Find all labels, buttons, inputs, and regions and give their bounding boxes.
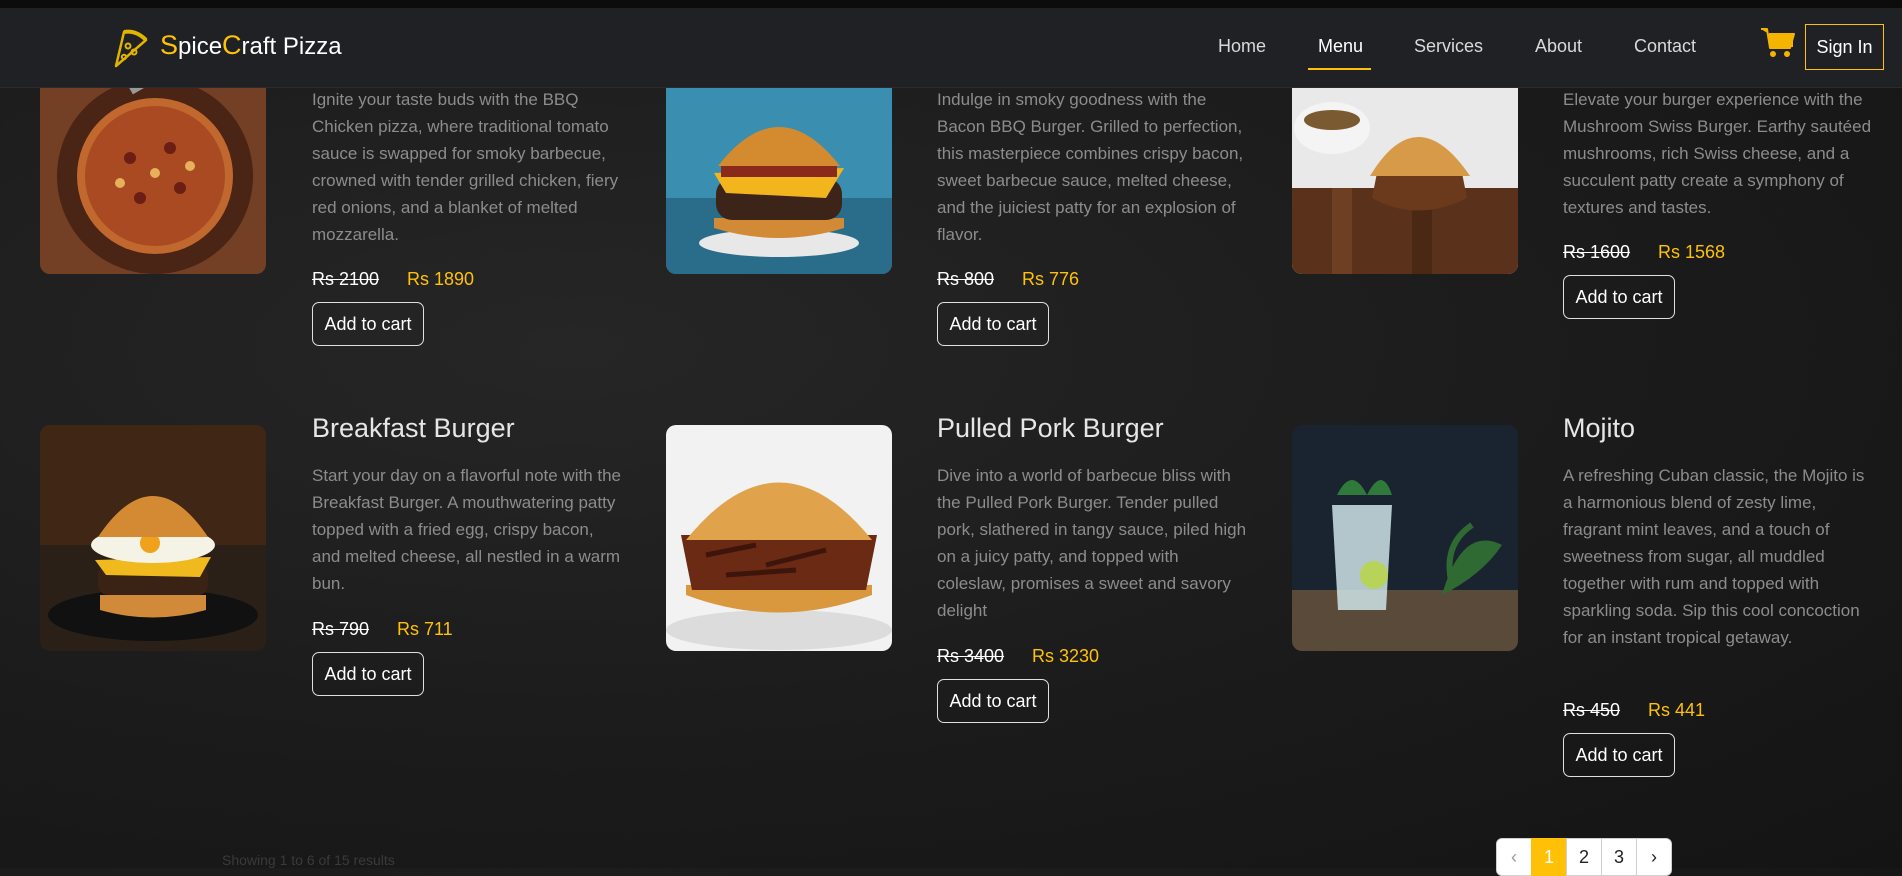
item-description: Dive into a world of barbecue bliss with…	[937, 466, 1247, 620]
item-old-price: Rs 3400	[937, 646, 1005, 666]
pagination-page-2[interactable]: 2	[1566, 838, 1602, 876]
add-to-cart-button[interactable]: Add to cart	[1563, 275, 1675, 319]
item-new-price: Rs 441	[1648, 700, 1706, 720]
item-description: A refreshing Cuban classic, the Mojito i…	[1563, 466, 1865, 647]
item-old-price: Rs 800	[937, 269, 995, 289]
nav-active-underline	[1308, 68, 1371, 70]
item-new-price: Rs 776	[1022, 269, 1080, 289]
brand-text-1: pice	[178, 33, 223, 60]
item-image-pulled-pork-burger	[666, 425, 892, 651]
results-count-text: Showing 1 to 6 of 15 results	[222, 852, 395, 868]
pagination: ‹ 1 2 3 ›	[1496, 838, 1672, 876]
item-new-price: Rs 711	[397, 619, 453, 639]
item-title: Pulled Pork Burger	[937, 413, 1164, 443]
item-description: Ignite your taste buds with the BBQ Chic…	[312, 90, 619, 244]
cart-icon[interactable]	[1760, 26, 1796, 60]
item-image-breakfast-burger	[40, 425, 266, 651]
nav-contact[interactable]: Contact	[1634, 36, 1696, 57]
item-description: Elevate your burger experience with the …	[1563, 90, 1872, 217]
add-to-cart-button[interactable]: Add to cart	[937, 679, 1049, 723]
item-new-price: Rs 1568	[1658, 242, 1726, 262]
pagination-prev-button[interactable]: ‹	[1496, 838, 1532, 876]
brand-text-2: raft Pizza	[241, 33, 342, 60]
nav-services[interactable]: Services	[1414, 36, 1483, 57]
item-old-price: Rs 1600	[1563, 242, 1631, 262]
nav-menu[interactable]: Menu	[1318, 36, 1363, 57]
brand-letter-s: S	[160, 30, 179, 60]
item-description: Indulge in smoky goodness with the Bacon…	[937, 90, 1244, 244]
item-old-price: Rs 790	[312, 619, 370, 639]
add-to-cart-button[interactable]: Add to cart	[937, 302, 1049, 346]
nav-about[interactable]: About	[1535, 36, 1582, 57]
item-description: Start your day on a flavorful note with …	[312, 466, 622, 593]
brand-name[interactable]: SpiceCraft Pizza	[160, 30, 342, 61]
nav-home[interactable]: Home	[1218, 36, 1266, 57]
pizza-slice-icon[interactable]	[110, 26, 150, 70]
navbar: SpiceCraft Pizza Home Menu Services Abou…	[0, 8, 1902, 88]
window-top-edge	[0, 0, 1902, 8]
item-new-price: Rs 1890	[407, 269, 475, 289]
add-to-cart-button[interactable]: Add to cart	[1563, 733, 1675, 777]
brand-letter-c: C	[222, 30, 242, 60]
item-old-price: Rs 2100	[312, 269, 380, 289]
pagination-next-button[interactable]: ›	[1636, 838, 1672, 876]
item-title: Mojito	[1563, 413, 1636, 443]
pagination-page-1[interactable]: 1	[1531, 838, 1567, 876]
pagination-page-3[interactable]: 3	[1601, 838, 1637, 876]
sign-in-button[interactable]: Sign In	[1805, 24, 1884, 70]
item-old-price: Rs 450	[1563, 700, 1621, 720]
add-to-cart-button[interactable]: Add to cart	[312, 302, 424, 346]
item-image-mojito	[1292, 425, 1518, 651]
item-title: Breakfast Burger	[312, 413, 515, 443]
item-new-price: Rs 3230	[1032, 646, 1100, 666]
add-to-cart-button[interactable]: Add to cart	[312, 652, 424, 696]
